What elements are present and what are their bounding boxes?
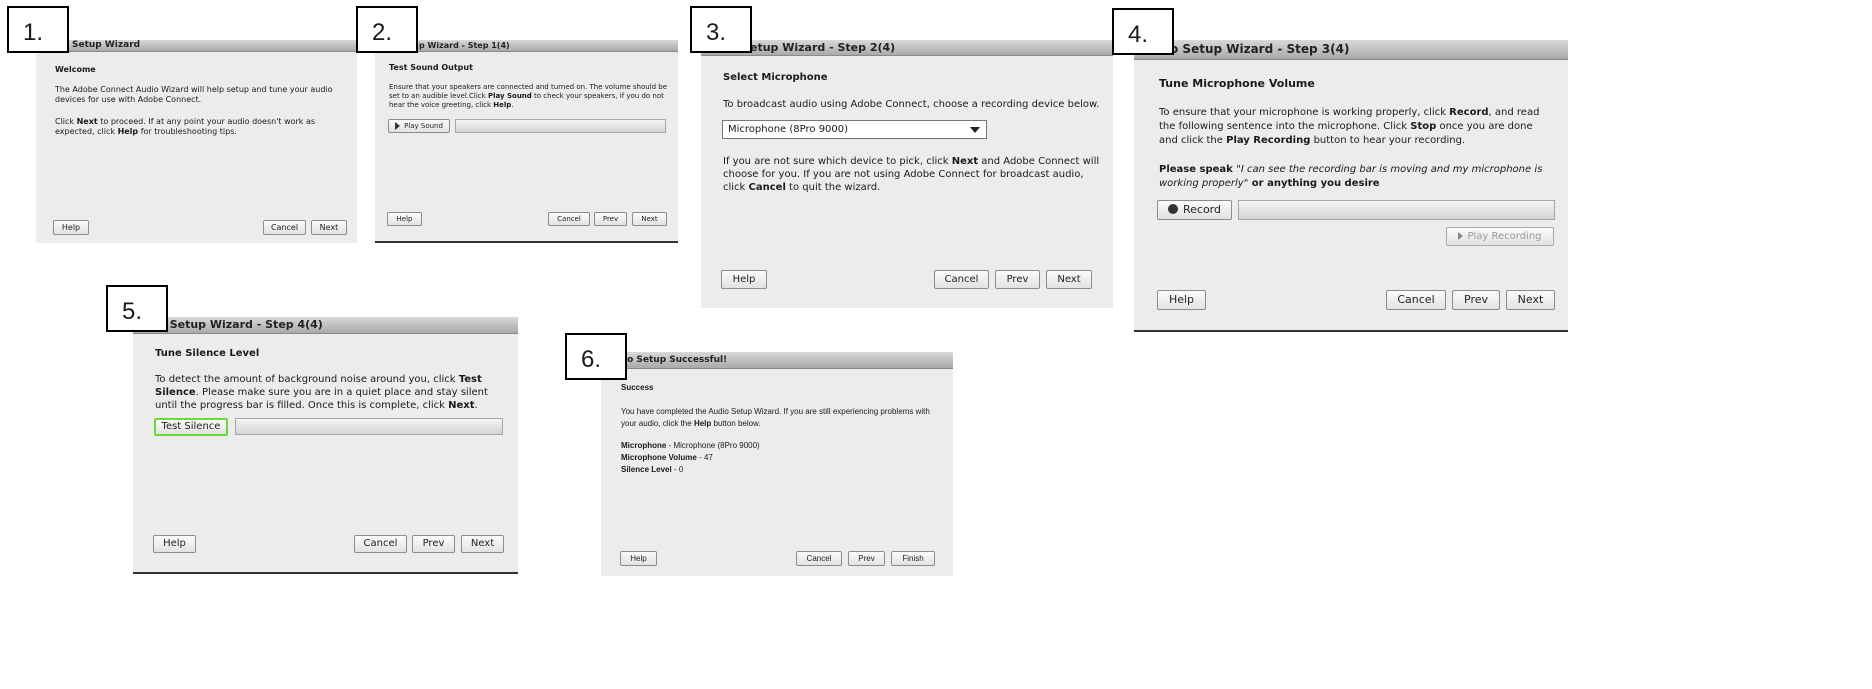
instruction-text: If you are not sure which device to pick…: [723, 156, 1100, 193]
help-button[interactable]: Help: [721, 270, 767, 289]
step-number-3: 3.: [690, 6, 752, 53]
test-silence-button[interactable]: Test Silence: [154, 418, 228, 436]
title-bar: Setup Wizard: [36, 40, 357, 52]
microphone-select[interactable]: Microphone (8Pro 9000): [722, 120, 987, 139]
volume-meter: [1238, 200, 1555, 220]
next-button[interactable]: Next: [632, 212, 667, 226]
title-bar: etup Wizard - Step 2(4): [701, 40, 1113, 56]
play-sound-button[interactable]: Play Sound: [388, 119, 450, 133]
step-number-4: 4.: [1112, 8, 1174, 55]
instruction-text: To ensure that your microphone is workin…: [1159, 107, 1540, 146]
wizard-panel-sound-output: p Wizard - Step 1(4) Test Sound Output E…: [375, 40, 678, 241]
prev-button[interactable]: Prev: [594, 212, 627, 226]
title-bar: o Setup Wizard - Step 3(4): [1134, 40, 1568, 60]
next-button[interactable]: Next: [1046, 270, 1092, 289]
title-bar: io Setup Successful!: [601, 352, 953, 369]
title-bar: p Wizard - Step 1(4): [375, 40, 678, 52]
step-number-5: 5.: [106, 285, 168, 332]
chevron-down-icon: [970, 127, 980, 133]
cancel-button[interactable]: Cancel: [548, 212, 590, 226]
help-button[interactable]: Help: [153, 535, 196, 553]
help-button[interactable]: Help: [1157, 290, 1206, 310]
summary-volume: Microphone Volume - 47: [621, 453, 713, 462]
step-heading: Test Sound Output: [389, 63, 473, 72]
wizard-panel-select-microphone: etup Wizard - Step 2(4) Select Microphon…: [701, 40, 1113, 308]
instruction-text: Ensure that your speakers are connected …: [389, 83, 668, 109]
prev-button[interactable]: Prev: [412, 535, 455, 553]
step-number-1: 1.: [7, 6, 69, 53]
play-recording-button[interactable]: Play Recording: [1446, 227, 1554, 246]
intro-text: The Adobe Connect Audio Wizard will help…: [55, 85, 333, 105]
play-icon: [395, 122, 401, 130]
cancel-button[interactable]: Cancel: [796, 551, 842, 566]
window-title: etup Wizard - Step 2(4): [750, 41, 896, 54]
next-button[interactable]: Next: [461, 535, 504, 553]
play-icon: [1458, 232, 1464, 240]
record-icon: [1167, 204, 1178, 214]
step-heading: Tune Silence Level: [155, 348, 260, 359]
wizard-panel-welcome: Setup Wizard Welcome The Adobe Connect A…: [36, 40, 357, 243]
prev-button[interactable]: Prev: [848, 551, 885, 566]
help-button[interactable]: Help: [620, 551, 657, 566]
finish-button[interactable]: Finish: [891, 551, 935, 566]
cancel-button[interactable]: Cancel: [934, 270, 989, 289]
step-heading: Welcome: [55, 65, 96, 74]
title-bar: p Setup Wizard - Step 4(4): [133, 317, 518, 334]
divider: [375, 241, 678, 243]
record-button[interactable]: Record: [1157, 200, 1232, 220]
prev-button[interactable]: Prev: [995, 270, 1040, 289]
cancel-button[interactable]: Cancel: [1386, 290, 1446, 310]
summary-microphone: Microphone - Microphone (8Pro 9000): [621, 441, 760, 450]
window-title: p Setup Wizard - Step 4(4): [158, 318, 323, 331]
step-number-2: 2.: [356, 6, 418, 53]
completion-text: You have completed the Audio Setup Wizar…: [621, 407, 930, 428]
step-heading: Success: [621, 383, 654, 392]
cancel-button[interactable]: Cancel: [354, 535, 407, 553]
silence-progress-bar: [235, 418, 503, 435]
next-button[interactable]: Next: [1506, 290, 1555, 310]
cancel-button[interactable]: Cancel: [263, 220, 306, 235]
wizard-panel-tune-volume: o Setup Wizard - Step 3(4) Tune Micropho…: [1134, 40, 1568, 330]
instruction-text: Click Next to proceed. If at any point y…: [55, 117, 316, 137]
prev-button[interactable]: Prev: [1452, 290, 1500, 310]
instruction-text: To detect the amount of background noise…: [155, 374, 488, 411]
divider: [133, 572, 518, 574]
wizard-panel-success: io Setup Successful! Success You have co…: [601, 352, 953, 576]
window-title: p Wizard - Step 1(4): [419, 41, 510, 50]
step-heading: Tune Microphone Volume: [1159, 77, 1315, 90]
sound-progress-bar: [455, 119, 666, 133]
help-button[interactable]: Help: [53, 220, 89, 235]
speak-prompt: Please speak "I can see the recording ba…: [1159, 164, 1543, 189]
summary-silence-level: Silence Level - 0: [621, 465, 684, 474]
help-button[interactable]: Help: [387, 212, 422, 226]
window-title: Setup Wizard: [72, 40, 141, 50]
intro-text: To broadcast audio using Adobe Connect, …: [723, 99, 1100, 110]
divider: [1134, 330, 1568, 332]
step-heading: Select Microphone: [723, 72, 828, 83]
next-button[interactable]: Next: [311, 220, 347, 235]
step-number-6: 6.: [565, 333, 627, 380]
window-title: o Setup Wizard - Step 3(4): [1170, 42, 1350, 56]
wizard-panel-silence-level: p Setup Wizard - Step 4(4) Tune Silence …: [133, 317, 518, 572]
window-title: io Setup Successful!: [624, 355, 728, 365]
